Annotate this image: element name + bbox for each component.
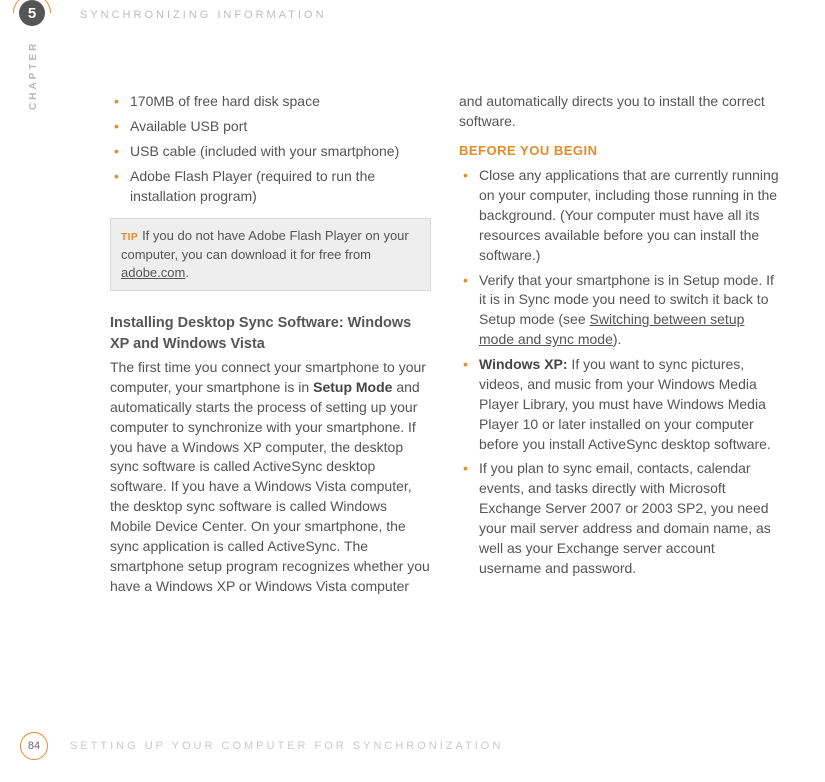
- list-item: Windows XP: If you want to sync pictures…: [477, 355, 780, 454]
- tip-label: TIP: [121, 232, 138, 243]
- list-item: Verify that your smartphone is in Setup …: [477, 271, 780, 351]
- section-subhead: Installing Desktop Sync Software: Window…: [110, 313, 431, 354]
- page-header-title: SYNCHRONIZING INFORMATION: [80, 9, 327, 21]
- list-item: USB cable (included with your smartphone…: [128, 142, 431, 162]
- body-text: ).: [613, 331, 622, 347]
- chapter-number-badge: 5: [19, 0, 45, 26]
- tip-callout: TIPIf you do not have Adobe Flash Player…: [110, 218, 431, 291]
- page-content: 170MB of free hard disk space Available …: [110, 92, 780, 601]
- list-item: 170MB of free hard disk space: [128, 92, 431, 112]
- before-you-begin-list: Close any applications that are currentl…: [459, 166, 780, 579]
- page-footer: 84 SETTING UP YOUR COMPUTER FOR SYNCHRON…: [20, 732, 503, 760]
- page-number-badge: 84: [20, 732, 48, 760]
- list-item: Available USB port: [128, 117, 431, 137]
- requirements-list: 170MB of free hard disk space Available …: [110, 92, 431, 206]
- body-text: and automatically starts the process of …: [110, 379, 430, 594]
- list-item: If you plan to sync email, contacts, cal…: [477, 459, 780, 578]
- section-label: BEFORE YOU BEGIN: [459, 142, 780, 160]
- list-item: Close any applications that are currentl…: [477, 166, 780, 265]
- list-item: Adobe Flash Player (required to run the …: [128, 167, 431, 207]
- tip-text: If you do not have Adobe Flash Player on…: [121, 228, 409, 261]
- body-paragraph: and automatically directs you to install…: [459, 92, 780, 132]
- body-paragraph: The first time you connect your smartpho…: [110, 358, 431, 597]
- bold-term: Setup Mode: [313, 379, 392, 395]
- footer-title: SETTING UP YOUR COMPUTER FOR SYNCHRONIZA…: [70, 740, 503, 752]
- tip-text-after: .: [185, 265, 189, 280]
- sidebar-chapter-label: CHAPTER: [28, 41, 39, 110]
- tip-link[interactable]: adobe.com: [121, 265, 185, 280]
- bold-term: Windows XP:: [479, 356, 568, 372]
